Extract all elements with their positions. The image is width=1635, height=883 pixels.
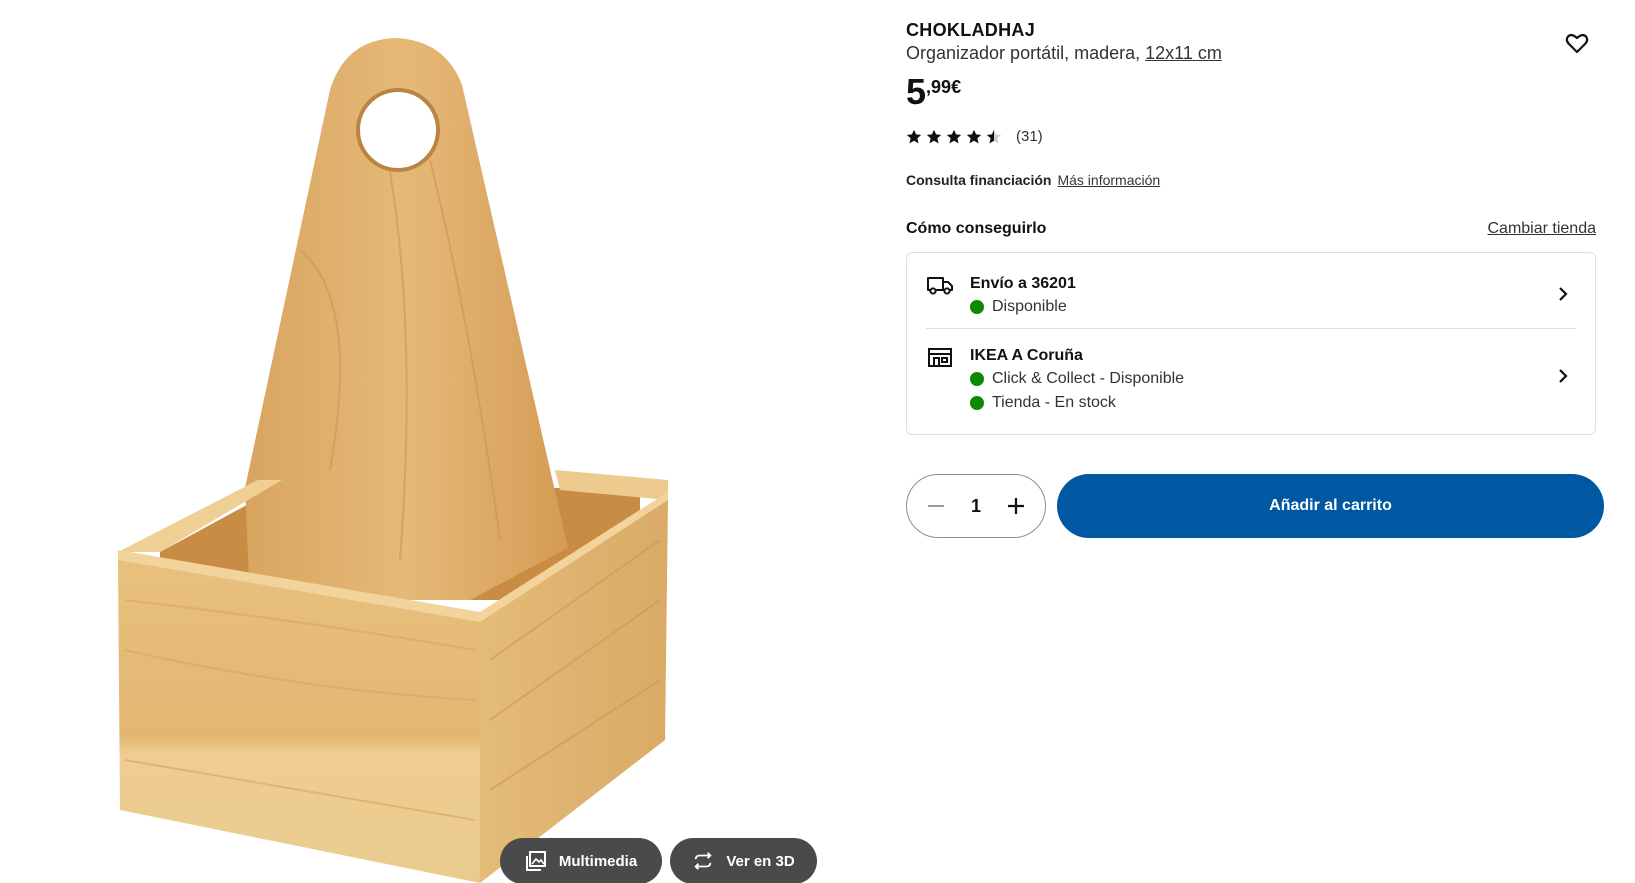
change-store-link[interactable]: Cambiar tienda xyxy=(1488,220,1597,238)
available-dot xyxy=(970,372,984,386)
price-currency: € xyxy=(951,77,962,97)
increase-quantity-button[interactable] xyxy=(1003,493,1029,519)
store-option[interactable]: IKEA A Coruña Click & Collect - Disponib… xyxy=(926,339,1576,425)
star-icon xyxy=(966,129,982,143)
star-icon xyxy=(986,129,1002,143)
financing-more-info-link[interactable]: Más información xyxy=(1057,172,1160,188)
chevron-right-icon xyxy=(1559,369,1568,383)
rating-stars xyxy=(906,129,1002,145)
financing-info: Consulta financiación Más información xyxy=(906,172,1160,188)
view-3d-label: Ver en 3D xyxy=(726,852,795,870)
truck-icon xyxy=(927,277,953,295)
product-description-text: Organizador portátil, madera, xyxy=(906,43,1146,63)
delivery-status: Disponible xyxy=(970,298,1067,316)
multimedia-label: Multimedia xyxy=(558,852,638,870)
chevron-right-icon xyxy=(1559,287,1568,301)
favorite-button[interactable] xyxy=(1562,28,1592,58)
delivery-option[interactable]: Envío a 36201 Disponible xyxy=(926,267,1576,329)
store-stock-text: Tienda - En stock xyxy=(992,394,1116,411)
decrease-quantity-button[interactable] xyxy=(923,493,949,519)
store-icon xyxy=(928,348,952,367)
financing-label: Consulta financiación xyxy=(906,172,1052,188)
product-name: CHOKLADHAJ xyxy=(906,20,1035,40)
gallery-icon xyxy=(525,850,547,872)
view-3d-button[interactable]: Ver en 3D xyxy=(670,838,817,883)
available-dot xyxy=(970,396,984,410)
available-dot xyxy=(970,300,984,314)
store-collect-status: Click & Collect - Disponible xyxy=(970,370,1184,388)
store-title: IKEA A Coruña xyxy=(970,347,1083,364)
product-size-link[interactable]: 12x11 cm xyxy=(1145,43,1222,63)
quantity-input[interactable] xyxy=(961,495,991,517)
product-info-panel: CHOKLADHAJ Organizador portátil, madera,… xyxy=(906,0,1606,883)
delivery-title: Envío a 36201 xyxy=(970,275,1076,292)
product-rating[interactable]: (31) xyxy=(906,128,1043,145)
quantity-stepper xyxy=(906,474,1046,538)
store-collect-text: Click & Collect - Disponible xyxy=(992,370,1185,387)
availability-card: Envío a 36201 Disponible IKEA A Coruña C… xyxy=(906,252,1596,435)
price-integer: 5 xyxy=(906,71,927,112)
product-media: Multimedia Ver en 3D xyxy=(0,0,850,883)
product-image[interactable] xyxy=(0,0,850,883)
add-to-cart-button[interactable]: Añadir al carrito xyxy=(1057,474,1604,538)
rating-count: (31) xyxy=(1016,128,1043,145)
star-icon xyxy=(946,129,962,143)
plus-icon xyxy=(1008,498,1024,514)
product-price: 5 ,99 € xyxy=(906,70,961,114)
star-icon xyxy=(926,129,942,143)
minus-icon xyxy=(928,505,944,507)
price-decimals: ,99 xyxy=(926,77,952,97)
store-stock-status: Tienda - En stock xyxy=(970,394,1116,412)
delivery-status-text: Disponible xyxy=(992,298,1067,315)
availability-heading: Cómo conseguirlo xyxy=(906,220,1047,237)
product-description: Organizador portátil, madera, 12x11 cm xyxy=(906,43,1222,64)
heart-icon xyxy=(1565,33,1589,54)
star-icon xyxy=(906,129,922,143)
multimedia-button[interactable]: Multimedia xyxy=(500,838,662,883)
rotate-3d-icon xyxy=(692,850,714,872)
